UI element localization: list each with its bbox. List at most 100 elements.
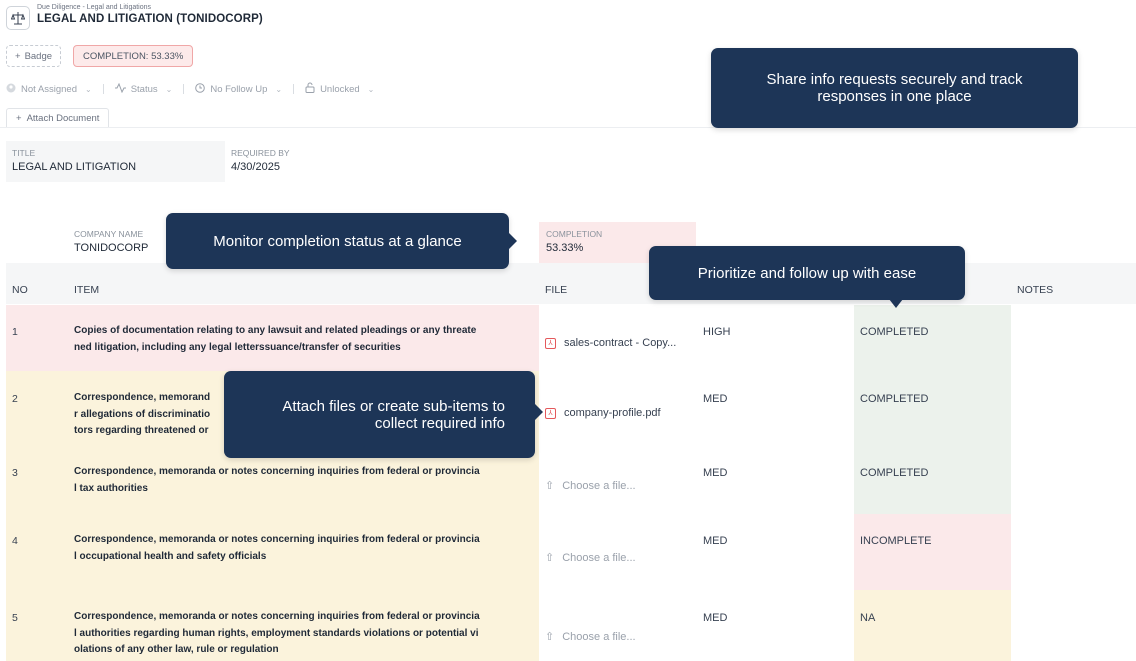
item-text[interactable]: Correspondence, memoranda or notes conce…	[74, 532, 534, 565]
callout-line: responses in one place	[817, 88, 972, 105]
callout-text: Prioritize and follow up with ease	[697, 264, 917, 282]
title-field[interactable]: TITLE LEGAL AND LITIGATION	[6, 141, 225, 182]
divider	[293, 84, 295, 94]
chevron-down-icon: ⌄	[84, 84, 92, 94]
clock-icon	[195, 82, 206, 96]
row-number: 5	[12, 612, 18, 624]
scale-icon	[6, 6, 30, 30]
lock-label: Unlocked	[320, 83, 360, 95]
item-text[interactable]: Correspondence, memoranda or notes conce…	[74, 464, 534, 497]
completion-badge: COMPLETION: 53.33%	[73, 45, 194, 67]
callout-line: Share info requests securely and track	[766, 71, 1023, 88]
file-link[interactable]: ⅄ sales-contract - Copy...	[545, 337, 676, 349]
status-value[interactable]: NA	[860, 612, 875, 624]
pdf-icon: ⅄	[545, 337, 556, 349]
callout-line: Attach files or create sub-items to	[282, 397, 505, 415]
status-label: Status	[130, 83, 158, 95]
status-value[interactable]: COMPLETED	[860, 326, 928, 338]
status-value[interactable]: COMPLETED	[860, 393, 928, 405]
row-number: 4	[12, 535, 18, 547]
lock-dropdown[interactable]: Unlocked ⌄	[305, 82, 374, 96]
item-line: olations of any other law, rule or regul…	[74, 644, 279, 655]
priority-value[interactable]: MED	[703, 467, 727, 479]
required-by-field[interactable]: REQUIRED BY 4/30/2025	[225, 141, 425, 182]
page-title: LEGAL AND LITIGATION (TONIDOCORP)	[37, 13, 263, 25]
chevron-down-icon: ⌄	[367, 84, 375, 94]
divider	[183, 84, 185, 94]
property-bar: Not Assigned ⌄ Status ⌄ No Follow Up ⌄ U…	[6, 81, 374, 97]
add-badge-button[interactable]: + Badge	[6, 45, 62, 67]
completion-label: COMPLETION	[546, 229, 603, 239]
item-text[interactable]: Copies of documentation relating to any …	[74, 323, 534, 356]
unlock-icon	[305, 82, 315, 96]
callout-share-info: Share info requests securely and track r…	[711, 48, 1078, 128]
upload-icon: ⇧	[545, 480, 555, 492]
priority-value[interactable]: HIGH	[703, 326, 731, 338]
callout-monitor-completion: Monitor completion status at a glance	[166, 213, 517, 269]
badge-label: Badge	[24, 50, 53, 62]
callout-line: collect required info	[374, 414, 505, 432]
divider	[102, 84, 104, 94]
required-by-value: 4/30/2025	[231, 161, 280, 173]
table-header: NO ITEM FILE NOTES	[6, 263, 1136, 304]
priority-value[interactable]: MED	[703, 393, 727, 405]
title-value: LEGAL AND LITIGATION	[12, 161, 137, 173]
table-row[interactable]: 1 Copies of documentation relating to an…	[6, 305, 1136, 371]
assignee-label: Not Assigned	[21, 83, 77, 95]
table-row[interactable]: 3 Correspondence, memoranda or notes con…	[6, 458, 1136, 514]
status-cell-bg	[854, 590, 1011, 661]
priority-value[interactable]: MED	[703, 535, 727, 547]
file-link[interactable]: ⅄ company-profile.pdf	[545, 407, 661, 419]
user-icon	[6, 83, 16, 96]
pdf-icon: ⅄	[545, 407, 556, 419]
row-number: 2	[12, 393, 18, 405]
column-header-notes[interactable]: NOTES	[1017, 284, 1053, 296]
file-placeholder: Choose a file...	[562, 551, 636, 564]
item-line: l tax authorities	[74, 482, 148, 494]
item-line: Correspondence, memoranda or notes conce…	[74, 611, 480, 622]
status-cell-bg	[854, 514, 1011, 590]
status-value[interactable]: INCOMPLETE	[860, 535, 932, 547]
file-placeholder: Choose a file...	[562, 630, 636, 643]
column-header-item[interactable]: ITEM	[74, 284, 99, 296]
item-line: Correspondence, memoranda or notes conce…	[74, 466, 480, 477]
callout-prioritize: Prioritize and follow up with ease	[649, 246, 965, 308]
table-row[interactable]: 2 Correspondence, memorand r allegations…	[6, 371, 1136, 458]
upload-icon: ⇧	[545, 552, 555, 564]
title-label: TITLE	[12, 148, 36, 158]
follow-up-dropdown[interactable]: No Follow Up ⌄	[195, 82, 283, 96]
attach-label: Attach Document	[26, 113, 100, 124]
breadcrumb: Due Diligence - Legal and Litigations	[37, 4, 152, 11]
callout-attach-files: Attach files or create sub-items to coll…	[224, 371, 543, 458]
column-header-file[interactable]: FILE	[545, 284, 567, 296]
upload-icon: ⇧	[545, 631, 555, 643]
table-row[interactable]: 5 Correspondence, memoranda or notes con…	[6, 590, 1136, 661]
status-value[interactable]: COMPLETED	[860, 467, 928, 479]
status-cell-bg	[854, 305, 1011, 371]
status-dropdown[interactable]: Status ⌄	[114, 82, 172, 96]
follow-up-label: No Follow Up	[210, 83, 268, 95]
file-name: company-profile.pdf	[564, 407, 661, 419]
file-name: sales-contract - Copy...	[564, 337, 677, 349]
item-line: Copies of documentation relating to any …	[74, 325, 477, 336]
row-number: 3	[12, 467, 18, 479]
file-placeholder: Choose a file...	[562, 479, 636, 492]
column-header-no[interactable]: NO	[12, 284, 28, 296]
callout-text: Monitor completion status at a glance	[213, 232, 462, 250]
plus-icon: +	[16, 113, 22, 124]
item-text[interactable]: Correspondence, memoranda or notes conce…	[74, 609, 534, 659]
status-cell-bg	[854, 371, 1011, 458]
item-line: ned litigation, including any legal lett…	[74, 341, 401, 353]
file-upload-button[interactable]: ⇧ Choose a file...	[545, 551, 636, 565]
item-line: Correspondence, memoranda or notes conce…	[74, 534, 480, 545]
item-line: l authorities regarding human rights, em…	[74, 627, 479, 639]
table-row[interactable]: 4 Correspondence, memoranda or notes con…	[6, 514, 1136, 590]
file-upload-button[interactable]: ⇧ Choose a file...	[545, 479, 636, 493]
activity-icon	[114, 82, 126, 96]
attach-document-button[interactable]: + Attach Document	[6, 108, 110, 128]
required-by-label: REQUIRED BY	[231, 148, 290, 158]
priority-value[interactable]: MED	[703, 612, 727, 624]
chevron-down-icon: ⌄	[275, 84, 283, 94]
file-upload-button[interactable]: ⇧ Choose a file...	[545, 630, 636, 644]
assignee-dropdown[interactable]: Not Assigned ⌄	[6, 83, 92, 96]
